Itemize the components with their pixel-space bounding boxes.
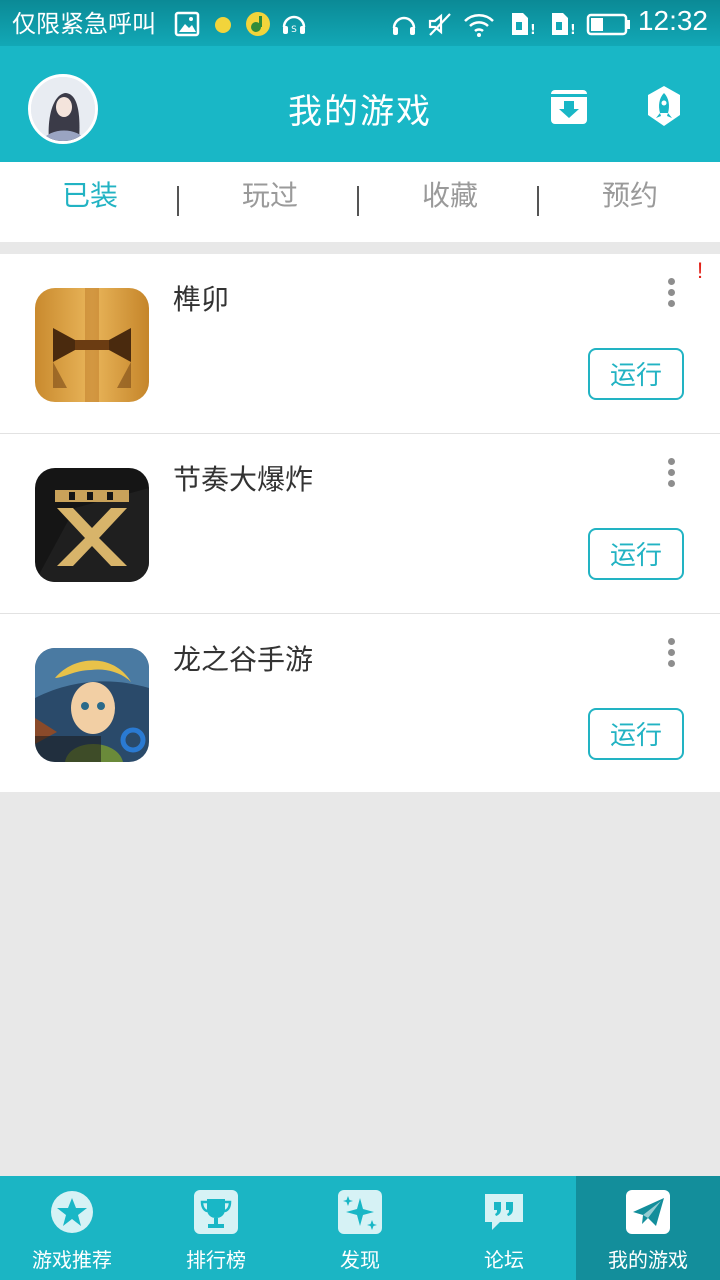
paper-plane-icon — [626, 1190, 670, 1234]
app-icon-sunmao[interactable] — [35, 288, 149, 402]
more-options-icon[interactable] — [662, 636, 682, 670]
rocket-icon[interactable] — [644, 84, 684, 128]
wifi-icon — [464, 14, 494, 37]
app-icon-dragon-nest[interactable] — [35, 648, 149, 762]
star-icon — [51, 1191, 93, 1233]
top-app-bar: 仅限紧急呼叫 S 12:32 我的游戏 — [0, 0, 720, 162]
list-item[interactable]: 节奏大爆炸 运行 — [0, 434, 720, 614]
tab-reserved[interactable]: 预约 — [540, 174, 720, 214]
nav-item-my-games[interactable]: 我的游戏 — [576, 1176, 720, 1280]
more-options-icon[interactable] — [662, 456, 682, 490]
tab-divider — [357, 186, 359, 216]
gallery-icon — [174, 11, 200, 37]
tab-installed[interactable]: 已装 — [0, 174, 180, 214]
nav-item-discover[interactable]: 发现 — [288, 1176, 432, 1280]
game-name: 龙之谷手游 — [173, 643, 314, 676]
carrier-label: 仅限紧急呼叫 — [12, 10, 156, 38]
nav-label: 发现 — [340, 1248, 380, 1272]
run-button[interactable]: 运行 — [588, 348, 684, 400]
music-app-icon — [246, 12, 270, 36]
mute-icon — [428, 13, 451, 36]
nav-label: 我的游戏 — [608, 1248, 688, 1272]
sparkle-icon — [338, 1190, 382, 1234]
nav-label: 论坛 — [484, 1248, 524, 1272]
battery-icon — [586, 13, 630, 36]
sim-alert-icon: ! — [512, 13, 534, 38]
svg-text:!: ! — [530, 23, 534, 38]
tab-bar: 已装 玩过 收藏 预约 — [0, 162, 720, 242]
notification-dot-icon — [215, 17, 231, 33]
tab-favorites[interactable]: 收藏 — [360, 174, 540, 214]
run-button[interactable]: 运行 — [588, 528, 684, 580]
sim-alert-icon: ! — [552, 13, 574, 38]
svg-text:!: ! — [570, 23, 574, 38]
nav-label: 排行榜 — [186, 1248, 246, 1272]
nav-item-ranking[interactable]: 排行榜 — [144, 1176, 288, 1280]
quote-bubble-icon — [485, 1194, 523, 1230]
support-icon: S — [282, 15, 306, 35]
nav-item-forum[interactable]: 论坛 — [432, 1176, 576, 1280]
list-item[interactable]: 榫卯 ! 运行 — [0, 254, 720, 434]
clock: 12:32 — [637, 5, 708, 36]
download-box-icon[interactable] — [549, 84, 589, 128]
game-name: 节奏大爆炸 — [173, 463, 314, 496]
alert-mark: ! — [697, 258, 704, 283]
nav-label: 游戏推荐 — [32, 1248, 112, 1272]
app-icon-beat-blast[interactable] — [35, 468, 149, 582]
headphones-icon — [392, 16, 416, 35]
tab-divider — [537, 186, 539, 216]
more-options-icon[interactable] — [662, 276, 682, 310]
bottom-navigation: 游戏推荐 排行榜 发现 论坛 我的游戏 — [0, 1176, 720, 1280]
page-title: 我的游戏 — [288, 92, 432, 132]
status-bar: 仅限紧急呼叫 S 12:32 — [0, 0, 720, 46]
game-name: 榫卯 — [173, 283, 230, 316]
nav-item-recommend[interactable]: 游戏推荐 — [0, 1176, 144, 1280]
run-button[interactable]: 运行 — [588, 708, 684, 760]
trophy-icon — [194, 1190, 238, 1234]
tab-divider — [177, 186, 179, 216]
svg-text:S: S — [291, 25, 297, 35]
game-list: 榫卯 ! 运行 节奏大爆炸 运行 龙之谷手游 运行 — [0, 254, 720, 792]
tab-played[interactable]: 玩过 — [180, 174, 360, 214]
list-item[interactable]: 龙之谷手游 运行 — [0, 614, 720, 792]
